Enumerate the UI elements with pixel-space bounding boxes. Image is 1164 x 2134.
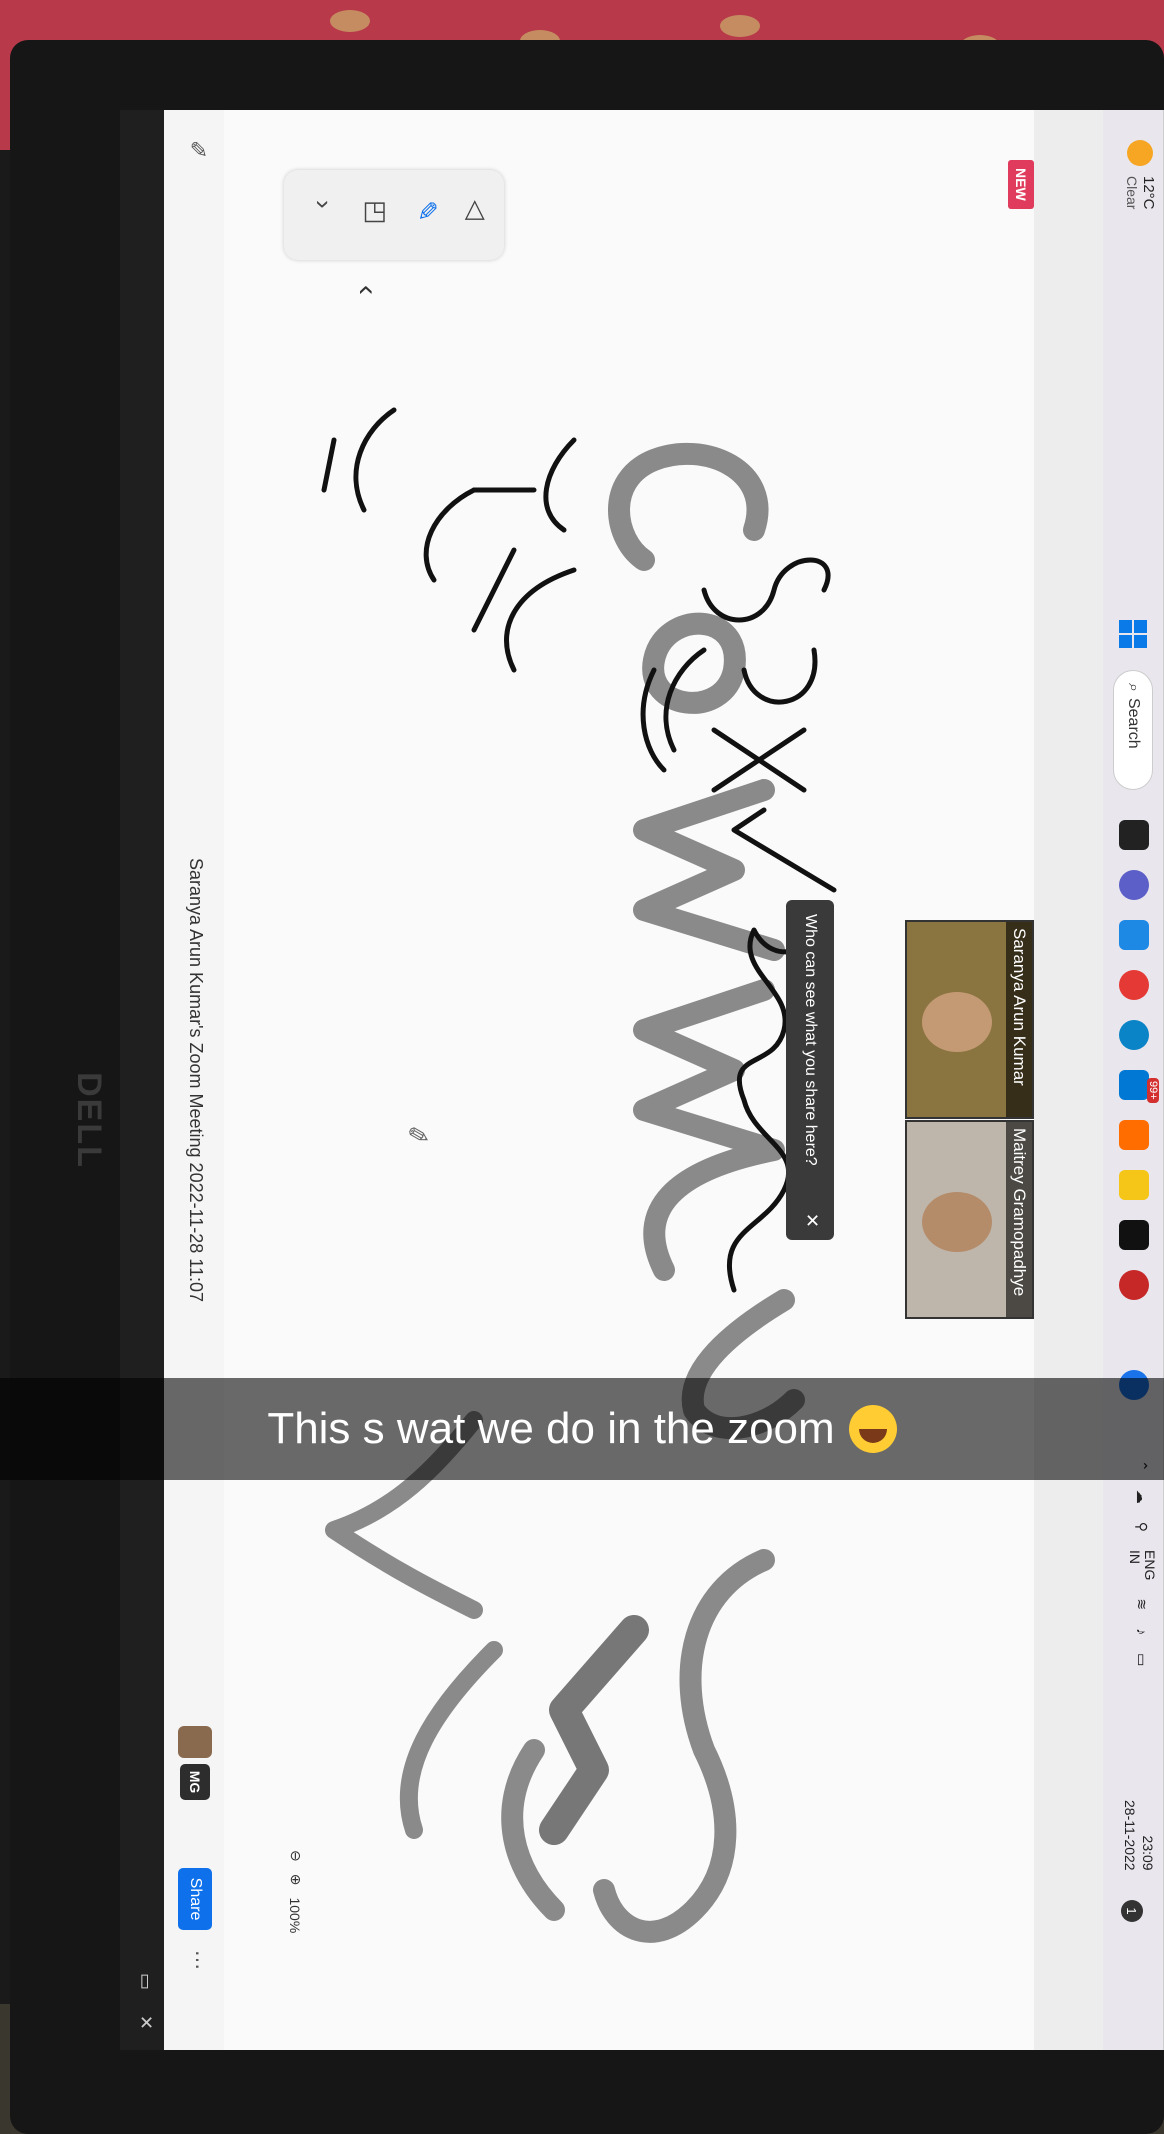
black-ink-stroke	[321, 407, 397, 513]
close-icon[interactable]: ✕	[801, 1213, 822, 1228]
taskbar-search-button[interactable]: ⌕ Search	[1113, 670, 1153, 790]
zoom-in-icon[interactable]: ⊕	[287, 1874, 304, 1886]
participant-name: Saranya Arun Kumar	[1006, 922, 1032, 1117]
weather-widget[interactable]: 12°C Clear	[1124, 140, 1157, 210]
minimize-icon[interactable]: ▭	[135, 1973, 156, 1990]
dell-logo: DELL	[69, 1071, 108, 1169]
avatar[interactable]	[178, 1726, 212, 1758]
close-window-icon[interactable]: ✕	[135, 2015, 156, 2030]
black-ink-stroke	[701, 557, 831, 623]
clock-date: 28-11-2022	[1122, 1800, 1138, 1871]
battery-icon[interactable]: ▭	[1134, 1653, 1151, 1666]
task-view-icon[interactable]	[1119, 820, 1149, 850]
share-button[interactable]: Share	[178, 1868, 212, 1930]
weather-temperature: 12°C	[1140, 176, 1157, 210]
select-icon[interactable]: ◁	[461, 200, 492, 220]
region-code: IN	[1127, 1550, 1143, 1564]
mail-badge: 99+	[1147, 1078, 1159, 1103]
caption-bar: This s wat we do in the zoom	[0, 1378, 1164, 1480]
caption-text: This s wat we do in the zoom	[267, 1404, 835, 1453]
zoom-header: ✐ Saranya Arun Kumar's Zoom Meeting 2022…	[163, 110, 224, 2050]
share-visibility-popup[interactable]: Who can see what you share here? ✕	[786, 900, 834, 1240]
mail-icon[interactable]: 99+	[1119, 1070, 1159, 1103]
meeting-title: Saranya Arun Kumar's Zoom Meeting 2022-1…	[186, 857, 206, 1303]
more-icon[interactable]: ⋯	[185, 1950, 210, 1970]
participant-video	[922, 1192, 992, 1252]
language-indicator[interactable]: ENG IN	[1127, 1550, 1158, 1581]
search-label: Search	[1125, 697, 1142, 749]
volume-icon[interactable]: ♪	[1134, 1628, 1150, 1635]
black-ink-stroke	[731, 807, 837, 893]
chrome-icon[interactable]	[1119, 970, 1149, 1000]
weather-icon	[1127, 140, 1154, 166]
clock-time: 23:09	[1140, 1835, 1156, 1871]
gray-ink-stroke	[608, 442, 769, 571]
cloud-icon[interactable]: ☁	[1134, 1490, 1151, 1504]
gray-ink-stroke	[399, 1641, 503, 1839]
participant-tile[interactable]: Saranya Arun Kumar	[905, 920, 1034, 1119]
gray-ink-stroke	[593, 1549, 775, 1943]
office-icon[interactable]	[1119, 1120, 1149, 1150]
gray-ink-stroke	[633, 979, 785, 1281]
windows-taskbar: 12°C Clear ⌕ Search 99+ ☁ ⚲ ENG IN ≋ ♪ ▭…	[1103, 110, 1164, 2050]
black-ink-stroke	[741, 647, 818, 705]
chevron-right-icon[interactable]: ›	[308, 200, 339, 209]
windows-icon[interactable]	[1119, 620, 1147, 648]
wifi-icon[interactable]: ≋	[1134, 1598, 1151, 1610]
zoom-level-value: 100%	[287, 1897, 304, 1934]
pin-icon[interactable]: ⚲	[1134, 1522, 1151, 1532]
app-icon[interactable]	[1119, 1270, 1149, 1300]
participant-name: Maitrey Gramopadhye	[1006, 1122, 1032, 1317]
annotation-toolbar: ◁ ✎ ◰ ›	[284, 170, 504, 260]
shapes-icon[interactable]: ◰	[361, 200, 392, 225]
system-tray: ⌃ ☁ ⚲ ENG IN ≋ ♪ ▭	[1127, 1460, 1158, 1666]
black-ink-stroke	[471, 437, 577, 533]
participant-tile[interactable]: Maitrey Gramopadhye	[905, 1120, 1034, 1319]
fabric-pattern	[330, 10, 370, 32]
zoom-controls: ⊖ ⊕ 100%	[287, 1850, 305, 1934]
laughing-emoji-icon	[848, 1405, 897, 1453]
notification-badge[interactable]: 1	[1121, 1900, 1143, 1922]
gray-ink-stroke	[539, 1615, 649, 1845]
files-icon[interactable]	[1119, 1170, 1149, 1200]
popup-text: Who can see what you share here?	[802, 914, 819, 1166]
fabric-pattern	[720, 15, 760, 37]
widgets-icon[interactable]	[1119, 920, 1149, 950]
language-code: ENG	[1142, 1550, 1158, 1581]
black-ink-stroke	[423, 487, 477, 583]
gray-ink-stroke	[642, 612, 746, 714]
taskbar-clock[interactable]: 23:09 28-11-2022	[1121, 1800, 1157, 1871]
pen-icon[interactable]: ✎	[411, 200, 442, 222]
zoom-out-icon[interactable]: ⊖	[287, 1850, 304, 1862]
teams-icon[interactable]	[1119, 870, 1149, 900]
search-icon: ⌕	[1125, 683, 1142, 692]
participant-strip: Saranya Arun Kumar Maitrey Gramopadhye	[904, 920, 1034, 1320]
weather-condition: Clear	[1124, 176, 1140, 210]
new-badge: NEW	[1008, 160, 1034, 209]
black-ink-stroke	[471, 547, 577, 673]
window-title-bar: ▭ ✕	[120, 110, 164, 2050]
edge-icon[interactable]	[1119, 1020, 1149, 1050]
user-initials-badge[interactable]: MG	[180, 1764, 210, 1800]
participant-video	[922, 992, 992, 1052]
terminal-icon[interactable]	[1119, 1220, 1149, 1250]
chevron-left-icon[interactable]: ‹	[350, 285, 384, 295]
